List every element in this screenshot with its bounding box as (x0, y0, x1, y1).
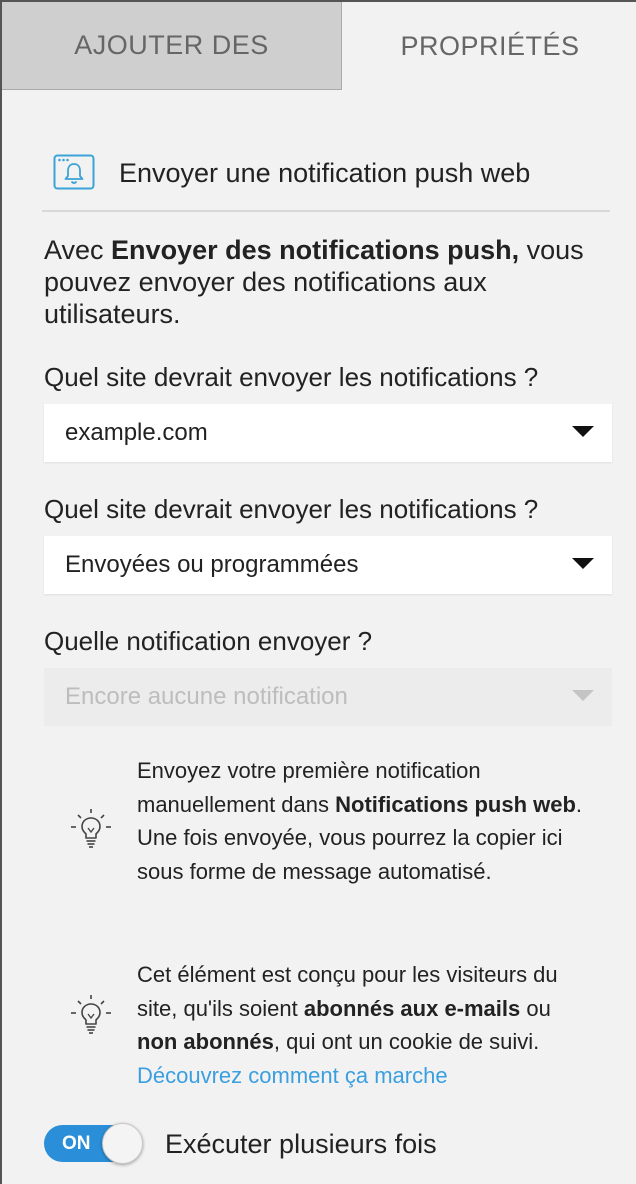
tip-visitors: Cet élément est conçu pour les visiteurs… (137, 962, 558, 1088)
lightbulb-icon (68, 807, 114, 853)
notification-select-placeholder: Encore aucune notification (65, 683, 348, 710)
caret-down-icon (572, 426, 594, 437)
lightbulb-icon (68, 993, 114, 1039)
status-field-label: Quel site devrait envoyer les notificati… (44, 494, 539, 524)
tab-bar: AJOUTER DES PROPRIÉTÉS (2, 2, 636, 90)
intro-text: Avec Envoyer des notifications push, vou… (44, 235, 584, 329)
caret-down-icon (572, 558, 594, 569)
action-header: Envoyer une notification push web (42, 150, 610, 212)
status-select[interactable]: Envoyées ou programmées (44, 536, 612, 594)
tab-add[interactable]: AJOUTER DES (2, 2, 342, 90)
learn-more-link[interactable]: Découvrez comment ça marche (137, 1063, 448, 1088)
site-select-value: example.com (65, 419, 208, 446)
caret-down-icon (572, 690, 594, 701)
run-multiple-toggle[interactable]: ON (44, 1123, 144, 1165)
properties-panel: AJOUTER DES PROPRIÉTÉS Envoyer une notif… (0, 0, 636, 1184)
notification-field-label: Quelle notification envoyer ? (44, 626, 373, 656)
tab-properties[interactable]: PROPRIÉTÉS (342, 2, 636, 90)
site-field-label: Quel site devrait envoyer les notificati… (44, 362, 539, 392)
browser-bell-icon (53, 154, 95, 190)
status-select-value: Envoyées ou programmées (65, 551, 359, 578)
run-multiple-label: Exécuter plusieurs fois (165, 1129, 437, 1159)
action-title: Envoyer une notification push web (119, 158, 531, 188)
toggle-on-text: ON (62, 1133, 91, 1154)
site-select[interactable]: example.com (44, 404, 612, 462)
tip-first-notification: Envoyez votre première notification manu… (137, 758, 583, 884)
notification-select[interactable]: Encore aucune notification (44, 668, 612, 726)
toggle-knob[interactable] (102, 1123, 143, 1164)
